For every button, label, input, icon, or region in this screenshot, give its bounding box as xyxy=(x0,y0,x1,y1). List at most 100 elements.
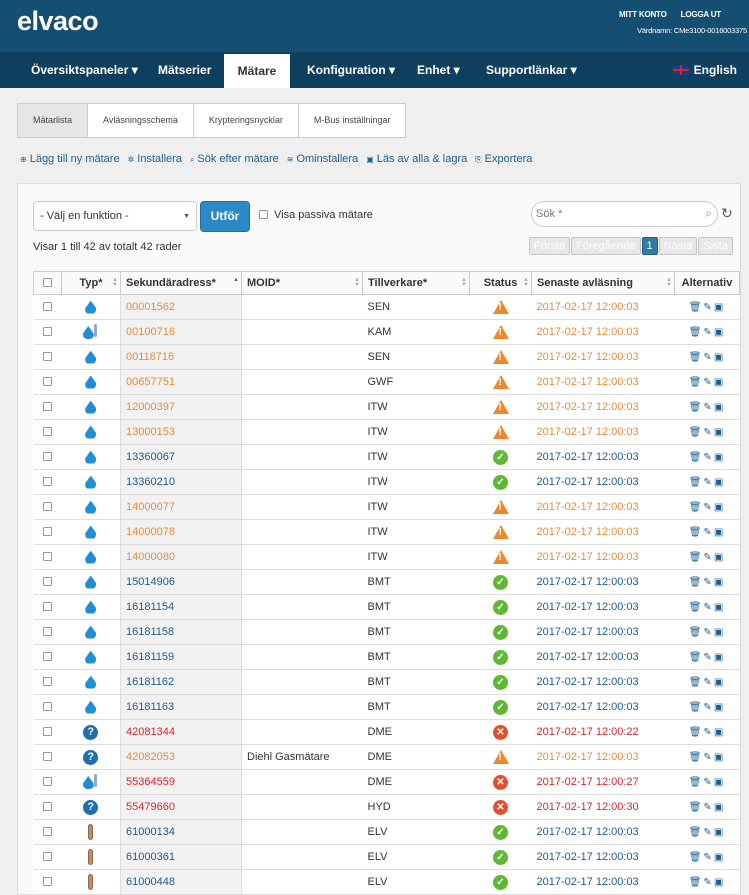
table-row[interactable]: 14000080ITW2017-02-17 12:00:03🗑✎▣ xyxy=(33,544,740,570)
secondary-address-link[interactable]: 16181158 xyxy=(120,619,242,645)
edit-icon[interactable]: ✎ xyxy=(703,352,713,363)
secondary-address-link[interactable]: 14000080 xyxy=(120,544,242,570)
secondary-address-link[interactable]: 42081344 xyxy=(120,719,242,745)
row-checkbox[interactable] xyxy=(43,352,52,361)
edit-icon[interactable]: ✎ xyxy=(703,877,713,888)
row-checkbox[interactable] xyxy=(43,627,52,636)
row-checkbox[interactable] xyxy=(43,802,52,811)
refresh-icon[interactable]: ↻ xyxy=(721,205,733,222)
logout-link[interactable]: LOGGA UT xyxy=(681,10,722,19)
edit-icon[interactable]: ✎ xyxy=(703,627,713,638)
edit-icon[interactable]: ✎ xyxy=(703,327,713,338)
table-row[interactable]: 16181158 BMT ✓ 2017-02-17 12:00:03 🗑✎▣ xyxy=(33,619,740,645)
nav-measurement-series[interactable]: Mätserier xyxy=(158,52,211,88)
row-checkbox[interactable] xyxy=(43,477,52,486)
secondary-address-link[interactable]: 13360067 xyxy=(120,444,242,470)
trash-icon[interactable]: 🗑 xyxy=(689,602,704,613)
search-meters-link[interactable]: ⌕ Sök efter mätare xyxy=(190,153,279,165)
secondary-address-link[interactable]: 16181162 xyxy=(120,669,242,695)
trash-icon[interactable]: 🗑 xyxy=(689,552,704,563)
next-page-button[interactable]: Nästa xyxy=(658,237,698,255)
save-icon[interactable]: ▣ xyxy=(714,552,725,563)
trash-icon[interactable]: 🗑 xyxy=(689,402,704,413)
add-meter-link[interactable]: ⊕ Lägg till ny mätare xyxy=(20,153,120,165)
tab-meter-list[interactable]: Mätarlista xyxy=(18,104,89,137)
trash-icon[interactable]: 🗑 xyxy=(689,852,704,863)
select-all-checkbox[interactable] xyxy=(43,278,52,287)
col-moid[interactable]: MOID* ▲ ▼ xyxy=(241,271,363,295)
trash-icon[interactable]: 🗑 xyxy=(689,827,704,838)
edit-icon[interactable]: ✎ xyxy=(703,302,713,313)
trash-icon[interactable]: 🗑 xyxy=(689,627,704,638)
edit-icon[interactable]: ✎ xyxy=(703,677,713,688)
secondary-address-link[interactable]: 13360210 xyxy=(120,469,242,495)
secondary-address-link[interactable]: 00118716 xyxy=(120,344,242,370)
table-row[interactable]: 55364559 DME ✕ 2017-02-17 12:00:27 🗑✎▣ xyxy=(33,769,740,795)
trash-icon[interactable]: 🗑 xyxy=(689,877,704,888)
edit-icon[interactable]: ✎ xyxy=(703,702,713,713)
save-icon[interactable]: ▣ xyxy=(714,752,725,763)
table-row[interactable]: 00001562SEN2017-02-17 12:00:03🗑✎▣ xyxy=(33,294,740,320)
last-page-button[interactable]: Sista xyxy=(698,237,733,255)
edit-icon[interactable]: ✎ xyxy=(703,552,713,563)
trash-icon[interactable]: 🗑 xyxy=(689,802,704,813)
row-checkbox[interactable] xyxy=(43,652,52,661)
save-icon[interactable]: ▣ xyxy=(714,352,725,363)
trash-icon[interactable]: 🗑 xyxy=(689,377,704,388)
tab-mbus-settings[interactable]: M-Bus inställningar xyxy=(299,104,406,137)
row-checkbox[interactable] xyxy=(43,602,52,611)
table-row[interactable]: 16181163 BMT ✓ 2017-02-17 12:00:03 🗑✎▣ xyxy=(33,694,740,720)
save-icon[interactable]: ▣ xyxy=(714,377,725,388)
table-row[interactable]: 00657751GWF2017-02-17 12:00:03🗑✎▣ xyxy=(33,369,740,395)
row-checkbox[interactable] xyxy=(43,527,52,536)
row-checkbox[interactable] xyxy=(43,427,52,436)
row-checkbox[interactable] xyxy=(43,327,52,336)
secondary-address-link[interactable]: 61000448 xyxy=(120,869,242,895)
table-row[interactable]: 12000397ITW2017-02-17 12:00:03🗑✎▣ xyxy=(33,394,740,420)
save-icon[interactable]: ▣ xyxy=(714,302,725,313)
save-icon[interactable]: ▣ xyxy=(714,827,725,838)
table-row[interactable]: 61000134 ELV ✓ 2017-02-17 12:00:03 🗑✎▣ xyxy=(33,819,740,845)
save-icon[interactable]: ▣ xyxy=(714,652,725,663)
save-icon[interactable]: ▣ xyxy=(714,802,725,813)
trash-icon[interactable]: 🗑 xyxy=(689,752,704,763)
secondary-address-link[interactable]: 13000153 xyxy=(120,419,242,445)
secondary-address-link[interactable]: 16181163 xyxy=(120,694,242,720)
secondary-address-link[interactable]: 00100716 xyxy=(120,319,242,345)
save-icon[interactable]: ▣ xyxy=(714,877,725,888)
secondary-address-link[interactable]: 42082053 xyxy=(120,744,242,770)
row-checkbox[interactable] xyxy=(43,452,52,461)
secondary-address-link[interactable]: 14000077 xyxy=(120,494,242,520)
secondary-address-link[interactable]: 55364559 xyxy=(120,769,242,795)
row-checkbox[interactable] xyxy=(43,727,52,736)
row-checkbox[interactable] xyxy=(43,827,52,836)
trash-icon[interactable]: 🗑 xyxy=(689,477,704,488)
edit-icon[interactable]: ✎ xyxy=(703,602,713,613)
save-icon[interactable]: ▣ xyxy=(714,427,725,438)
nav-overview-panels[interactable]: Översiktspaneler ▾ xyxy=(31,52,138,88)
first-page-button[interactable]: Första xyxy=(529,237,571,255)
table-row[interactable]: 16181154 BMT ✓ 2017-02-17 12:00:03 🗑✎▣ xyxy=(33,594,740,620)
row-checkbox[interactable] xyxy=(43,752,52,761)
row-checkbox[interactable] xyxy=(43,777,52,786)
my-account-link[interactable]: MITT KONTO xyxy=(619,10,667,19)
secondary-address-link[interactable]: 14000078 xyxy=(120,519,242,545)
save-icon[interactable]: ▣ xyxy=(714,852,725,863)
table-row[interactable]: ? 55479660 HYD ✕ 2017-02-17 12:00:30 🗑✎▣ xyxy=(33,794,740,820)
table-row[interactable]: 16181159 BMT ✓ 2017-02-17 12:00:03 🗑✎▣ xyxy=(33,644,740,670)
row-checkbox[interactable] xyxy=(43,377,52,386)
edit-icon[interactable]: ✎ xyxy=(703,727,713,738)
read-all-store-link[interactable]: ▣ Läs av alla & lagra xyxy=(366,153,467,165)
table-row[interactable]: ? 42082053Diehl GasmätareDME 2017-02-17 12… xyxy=(33,744,740,770)
row-checkbox[interactable] xyxy=(43,402,52,411)
edit-icon[interactable]: ✎ xyxy=(703,752,713,763)
save-icon[interactable]: ▣ xyxy=(714,452,725,463)
row-checkbox[interactable] xyxy=(43,702,52,711)
table-row[interactable]: 15014906 BMT ✓ 2017-02-17 12:00:03 🗑✎▣ xyxy=(33,569,740,595)
table-row[interactable]: 61000361 ELV ✓ 2017-02-17 12:00:03 🗑✎▣ xyxy=(33,844,740,870)
secondary-address-link[interactable]: 61000134 xyxy=(120,819,242,845)
col-manufacturer[interactable]: Tillverkare* ▲ ▼ xyxy=(362,271,470,295)
secondary-address-link[interactable]: 55479660 xyxy=(120,794,242,820)
language-selector[interactable]: English xyxy=(672,52,737,88)
save-icon[interactable]: ▣ xyxy=(714,402,725,413)
